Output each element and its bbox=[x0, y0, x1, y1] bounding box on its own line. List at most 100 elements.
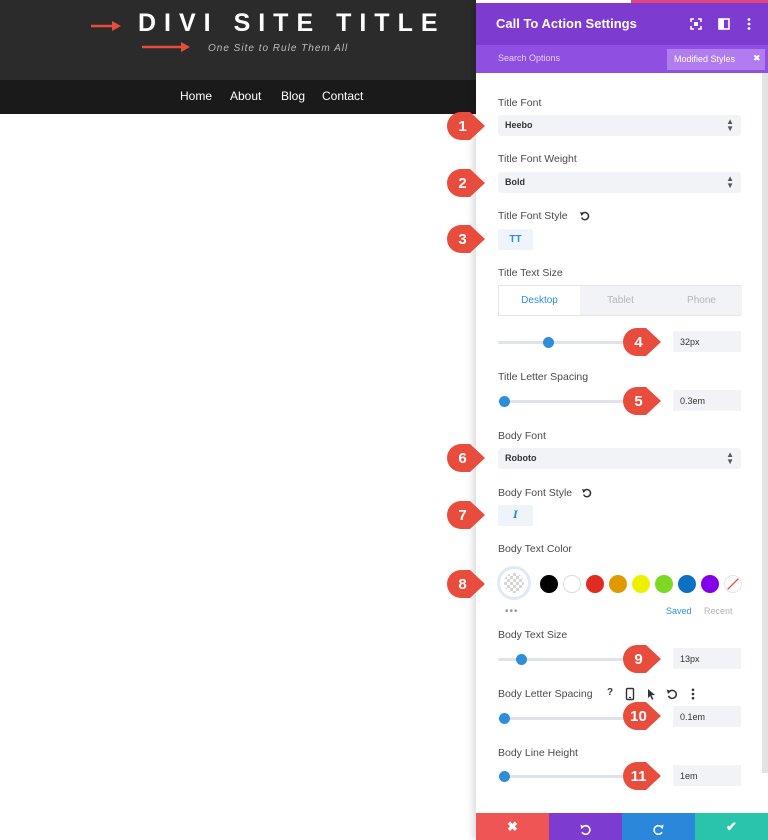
modified-styles-filter[interactable]: Modified Styles ✖ bbox=[667, 49, 765, 70]
select-caret-icon: ▲ ▼ bbox=[726, 174, 734, 190]
callout-marker: 9 bbox=[622, 644, 662, 674]
swatch-yellow[interactable] bbox=[632, 575, 650, 593]
tab-tablet[interactable]: Tablet bbox=[580, 286, 661, 315]
tab-recent-colors[interactable]: Recent bbox=[704, 606, 733, 616]
callout-marker: 5 bbox=[622, 386, 662, 416]
callout-marker: 11 bbox=[622, 761, 662, 791]
callout-number: 7 bbox=[458, 507, 467, 524]
modified-styles-label: Modified Styles bbox=[674, 54, 736, 64]
reset-icon[interactable] bbox=[665, 687, 679, 701]
slider-handle[interactable] bbox=[516, 654, 527, 665]
callout-marker: 8 bbox=[446, 569, 486, 599]
title-font-style-label: Title Font Style bbox=[498, 210, 568, 222]
title-letter-spacing-slider[interactable] bbox=[498, 396, 628, 407]
swatch-red[interactable] bbox=[586, 575, 604, 593]
split-view-icon[interactable] bbox=[716, 16, 732, 32]
transparent-swatch-icon bbox=[504, 573, 524, 593]
body-letter-spacing-label: Body Letter Spacing bbox=[498, 688, 593, 700]
panel-footer: ✖ ✔ bbox=[476, 813, 768, 840]
body-font-value: Roboto bbox=[505, 453, 537, 463]
swatch-black[interactable] bbox=[540, 575, 558, 593]
redo-button[interactable] bbox=[622, 813, 695, 840]
body-font-label: Body Font bbox=[498, 430, 546, 442]
color-picker-button[interactable] bbox=[497, 566, 531, 600]
body-text-color-label: Body Text Color bbox=[498, 543, 572, 555]
swatch-orange[interactable] bbox=[609, 575, 627, 593]
callout-number: 8 bbox=[458, 576, 467, 593]
body-letter-spacing-slider[interactable] bbox=[498, 713, 628, 724]
title-font-weight-value: Bold bbox=[505, 177, 525, 187]
body-line-height-input[interactable]: 1em bbox=[673, 765, 741, 786]
nav-item-contact[interactable]: Contact bbox=[322, 89, 363, 103]
title-text-size-label: Title Text Size bbox=[498, 267, 563, 279]
slider-handle[interactable] bbox=[499, 771, 510, 782]
callout-marker: 1 bbox=[446, 111, 486, 141]
callout-number: 2 bbox=[458, 175, 467, 192]
body-line-height-label: Body Line Height bbox=[498, 747, 578, 759]
undo-button[interactable] bbox=[549, 813, 622, 840]
select-caret-icon: ▲ ▼ bbox=[726, 117, 734, 133]
callout-marker: 2 bbox=[446, 168, 486, 198]
body-text-size-slider[interactable] bbox=[498, 654, 628, 665]
mobile-options-icon[interactable] bbox=[623, 687, 637, 701]
callout-number: 10 bbox=[630, 708, 647, 725]
slider-handle[interactable] bbox=[543, 337, 554, 348]
swatch-green[interactable] bbox=[655, 575, 673, 593]
callout-marker: 10 bbox=[622, 701, 662, 731]
body-font-select[interactable]: Roboto ▲ ▼ bbox=[498, 448, 741, 469]
tab-desktop[interactable]: Desktop bbox=[499, 286, 580, 315]
callout-number: 3 bbox=[458, 231, 467, 248]
panel-scrollbar[interactable] bbox=[762, 73, 768, 773]
title-font-weight-select[interactable]: Bold ▲ ▼ bbox=[498, 172, 741, 193]
tab-saved-colors[interactable]: Saved bbox=[666, 606, 692, 616]
callout-number: 1 bbox=[458, 118, 467, 135]
callout-number: 4 bbox=[634, 334, 643, 351]
title-text-size-slider[interactable] bbox=[498, 337, 628, 348]
hover-options-icon[interactable] bbox=[644, 687, 658, 701]
callout-marker: 3 bbox=[446, 224, 486, 254]
swatch-blue[interactable] bbox=[678, 575, 696, 593]
slider-handle[interactable] bbox=[499, 396, 510, 407]
more-colors-icon[interactable]: ••• bbox=[505, 606, 519, 617]
site-title[interactable]: DIVI SITE TITLE bbox=[138, 9, 446, 38]
clear-color-icon[interactable] bbox=[724, 575, 742, 593]
search-placeholder[interactable]: Search Options bbox=[498, 53, 560, 63]
nav-item-about[interactable]: About bbox=[230, 89, 261, 103]
callout-marker: 7 bbox=[446, 500, 486, 530]
reset-icon[interactable] bbox=[579, 210, 591, 222]
italic-toggle-button[interactable]: I bbox=[498, 505, 533, 526]
body-text-size-input[interactable]: 13px bbox=[673, 648, 741, 669]
nav-item-blog[interactable]: Blog bbox=[281, 89, 305, 103]
more-options-icon[interactable] bbox=[686, 687, 700, 701]
panel-title: Call To Action Settings bbox=[496, 16, 637, 31]
title-font-weight-label: Title Font Weight bbox=[498, 153, 577, 165]
body-line-height-slider[interactable] bbox=[498, 771, 628, 782]
search-bar[interactable]: Search Options Modified Styles ✖ bbox=[476, 45, 768, 73]
callout-number: 6 bbox=[458, 450, 467, 467]
callout-number: 11 bbox=[630, 768, 647, 785]
help-icon[interactable]: ? bbox=[603, 687, 617, 701]
body-text-size-label: Body Text Size bbox=[498, 629, 568, 641]
title-text-size-input[interactable]: 32px bbox=[673, 331, 741, 352]
uppercase-toggle-button[interactable]: TT bbox=[498, 229, 533, 250]
fullscreen-icon[interactable] bbox=[688, 16, 704, 32]
select-caret-icon: ▲ ▼ bbox=[726, 450, 734, 466]
slider-handle[interactable] bbox=[499, 713, 510, 724]
callout-marker: 6 bbox=[446, 443, 486, 473]
swatch-white[interactable] bbox=[563, 575, 581, 593]
title-font-label: Title Font bbox=[498, 97, 542, 109]
title-font-value: Heebo bbox=[505, 120, 533, 130]
title-letter-spacing-label: Title Letter Spacing bbox=[498, 371, 589, 383]
nav-item-home[interactable]: Home bbox=[180, 89, 212, 103]
close-icon[interactable]: ✖ bbox=[753, 53, 761, 64]
tab-phone[interactable]: Phone bbox=[661, 286, 742, 315]
swatch-purple[interactable] bbox=[701, 575, 719, 593]
more-options-icon[interactable] bbox=[741, 16, 757, 32]
reset-icon[interactable] bbox=[581, 487, 593, 499]
title-font-select[interactable]: Heebo ▲ ▼ bbox=[498, 115, 741, 136]
title-letter-spacing-input[interactable]: 0.3em bbox=[673, 390, 741, 411]
body-letter-spacing-input[interactable]: 0.1em bbox=[673, 706, 741, 727]
red-arrow-icon bbox=[142, 42, 190, 52]
save-button[interactable]: ✔ bbox=[695, 813, 768, 840]
cancel-button[interactable]: ✖ bbox=[476, 813, 549, 840]
